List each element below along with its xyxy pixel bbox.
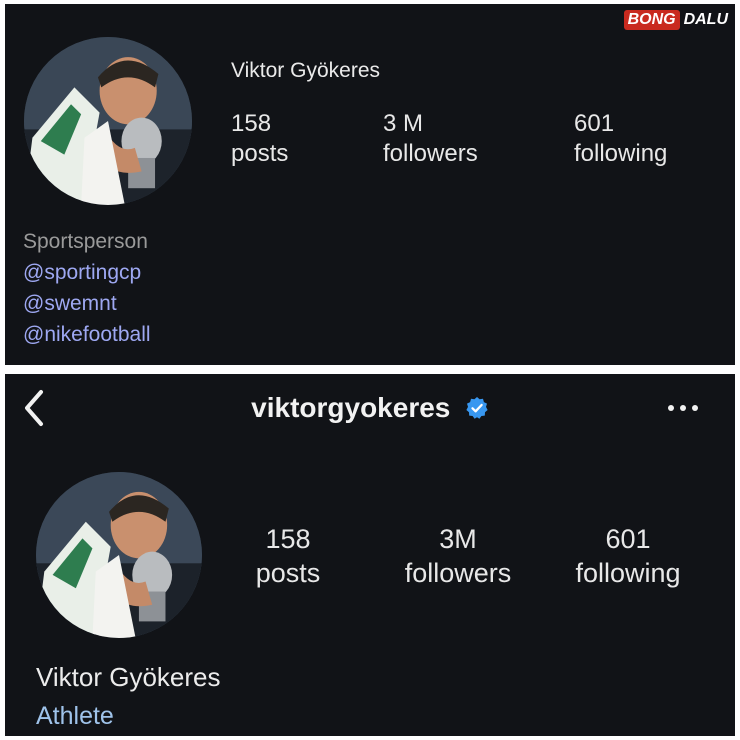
watermark-text-bong: BONG: [623, 10, 680, 30]
profile-category: Athlete: [36, 702, 114, 730]
bio-link-nikefootball[interactable]: @nikefootball: [23, 319, 151, 350]
more-options-button[interactable]: [663, 398, 703, 418]
avatar-photo: [24, 37, 192, 205]
stat-posts[interactable]: 158 posts: [223, 522, 353, 590]
stat-following-label: following: [574, 140, 668, 167]
profile-panel-top: BONG DALU Viktor Gyökeres 158 posts 3 M …: [5, 4, 735, 365]
stat-following-count: 601: [605, 524, 651, 554]
profile-panel-bottom: viktorgyokeres 158 posts 3M followers 60…: [5, 374, 735, 736]
stat-followers-label: followers: [404, 558, 512, 588]
verified-badge-icon: [466, 397, 488, 419]
stat-following-count: 601: [574, 110, 615, 137]
stat-followers-count: 3M: [439, 524, 477, 554]
stat-following[interactable]: 601 following: [574, 109, 667, 169]
stat-posts-count: 158: [265, 524, 311, 554]
profile-username: viktorgyokeres: [251, 392, 451, 423]
stat-following[interactable]: 601 following: [563, 522, 693, 590]
profile-avatar[interactable]: [36, 472, 202, 638]
stat-followers[interactable]: 3M followers: [393, 522, 523, 590]
stat-following-label: following: [575, 558, 681, 588]
bio-link-sportingcp[interactable]: @sportingcp: [23, 257, 151, 288]
header-title: viktorgyokeres: [5, 392, 735, 424]
stat-followers-count: 3 M: [383, 110, 424, 137]
stat-posts-label: posts: [255, 558, 321, 588]
stat-posts-count: 158: [231, 110, 272, 137]
profile-display-name: Viktor Gyökeres: [231, 59, 380, 82]
bio-category: Sportsperson: [23, 230, 148, 253]
profile-avatar[interactable]: [24, 37, 192, 205]
more-horizontal-icon: [668, 405, 698, 411]
stat-followers-label: followers: [383, 140, 478, 167]
stat-posts[interactable]: 158 posts: [231, 109, 288, 169]
profile-bio: Sportsperson @sportingcp @swemnt @nikefo…: [23, 226, 151, 350]
bio-link-swemnt[interactable]: @swemnt: [23, 288, 151, 319]
watermark-logo: BONG DALU: [623, 10, 728, 30]
profile-display-name: Viktor Gyökeres: [36, 662, 221, 692]
stat-posts-label: posts: [231, 140, 289, 167]
avatar-photo: [36, 472, 202, 638]
watermark-text-dalu: DALU: [683, 11, 728, 28]
stat-followers[interactable]: 3 M followers: [383, 109, 478, 169]
